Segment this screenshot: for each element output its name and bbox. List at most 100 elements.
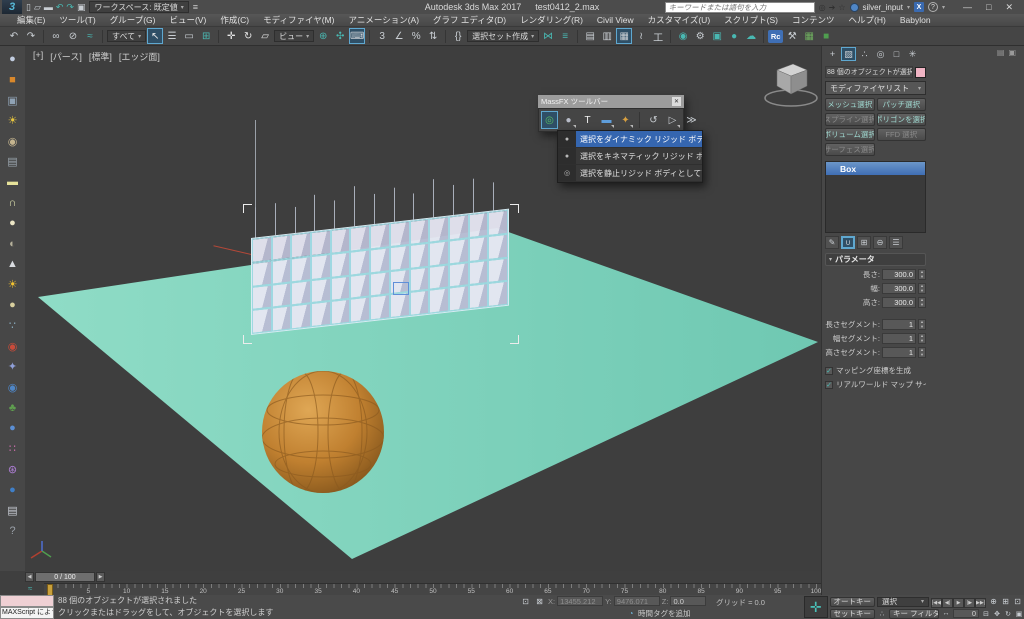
- checkbox-2[interactable]: ✓: [825, 381, 833, 389]
- audio-icon[interactable]: ▤: [4, 154, 21, 170]
- massfx-titlebar[interactable]: MassFX ツールバー ✕: [538, 95, 684, 108]
- spinner-down-icon[interactable]: ▾: [919, 303, 925, 308]
- material-editor-icon[interactable]: ◉: [675, 28, 691, 44]
- box-object[interactable]: [252, 237, 272, 263]
- spinner-down-icon[interactable]: ▾: [919, 353, 925, 358]
- go-to-start-icon[interactable]: |◀◀: [931, 598, 942, 608]
- dome-primitive-icon[interactable]: ∩: [4, 195, 21, 211]
- spinner-down-icon[interactable]: ▾: [919, 325, 925, 330]
- object-name-field[interactable]: 88 個のオブジェクトが選択されま: [825, 66, 913, 78]
- scene-explorer-icon[interactable]: ▤: [582, 28, 598, 44]
- box-object[interactable]: [272, 258, 292, 284]
- mini-curve-editor-icon[interactable]: ≈: [28, 584, 32, 593]
- parameter-field[interactable]: 1: [882, 333, 916, 344]
- menu-item-14[interactable]: ヘルプ(H): [842, 14, 893, 26]
- auto-key-button[interactable]: オートキー: [830, 597, 876, 607]
- ragdoll-icon[interactable]: ✦: [617, 111, 634, 129]
- parameter-field[interactable]: 1: [882, 319, 916, 330]
- undo-icon[interactable]: ↶: [56, 1, 64, 13]
- project-folder-icon[interactable]: ▣: [77, 1, 86, 13]
- box-object[interactable]: [449, 238, 469, 264]
- minimize-button[interactable]: —: [963, 2, 972, 13]
- box-object[interactable]: [429, 240, 449, 266]
- menu-item-2[interactable]: ツール(T): [52, 14, 102, 26]
- isolate-selection-icon[interactable]: ⊡: [520, 596, 531, 606]
- spinner-snap-icon[interactable]: ⇅: [425, 28, 441, 44]
- sign-in-arrow-icon[interactable]: ➔: [829, 3, 836, 12]
- viewport-pov-label[interactable]: [パース]: [50, 50, 82, 63]
- big-sphere-icon[interactable]: ●: [4, 420, 21, 436]
- maximize-button[interactable]: □: [986, 2, 991, 13]
- zoom-icon[interactable]: ⊕: [988, 597, 999, 607]
- box-object[interactable]: [449, 285, 469, 311]
- select-button-4[interactable]: ポリゴンを選択: [877, 113, 927, 126]
- checkbox-1[interactable]: ✓: [825, 367, 833, 375]
- menu-item-5[interactable]: 作成(C): [213, 14, 256, 26]
- redo-icon[interactable]: ↷: [23, 28, 39, 44]
- pan-view-icon[interactable]: ✥: [992, 609, 1002, 619]
- planet-icon[interactable]: ◉: [4, 379, 21, 395]
- box-object[interactable]: [350, 297, 370, 323]
- box-object[interactable]: [331, 251, 351, 277]
- window-crossing-icon[interactable]: ⊞: [198, 28, 214, 44]
- x-coordinate-field[interactable]: 13455.212: [557, 596, 603, 606]
- edit-named-selection-sets-icon[interactable]: {}: [450, 28, 466, 44]
- next-frame-icon[interactable]: |▶: [964, 598, 975, 608]
- box-object[interactable]: [469, 236, 489, 262]
- search-history-icon[interactable]: ◎: [819, 3, 826, 12]
- modify-tab[interactable]: ▨: [841, 47, 856, 61]
- layer-explorer-icon[interactable]: ▥: [599, 28, 615, 44]
- panel-dock-icon[interactable]: ▣: [1008, 48, 1016, 57]
- menu-item-10[interactable]: Civil View: [590, 15, 641, 25]
- molecule-icon[interactable]: ◉: [4, 338, 21, 354]
- help-icon[interactable]: ?: [928, 2, 938, 12]
- box-object[interactable]: [429, 264, 449, 290]
- time-slider[interactable]: 0 / 100: [35, 572, 95, 582]
- spinner[interactable]: ▴▾: [918, 283, 926, 294]
- spinner[interactable]: ▴▾: [918, 269, 926, 280]
- reference-coordinate-dropdown[interactable]: ビュー▾: [274, 30, 314, 42]
- set-key-button[interactable]: ✛: [804, 596, 828, 618]
- use-pivot-point-icon[interactable]: ⊕: [315, 28, 331, 44]
- curve-editor-icon[interactable]: ≀: [633, 28, 649, 44]
- viewport-menu-label[interactable]: [+]: [33, 50, 43, 63]
- maxscript-mini-listener[interactable]: MAXScript にようこ: [0, 595, 54, 619]
- menu-item-6[interactable]: モディファイヤ(M): [256, 14, 341, 26]
- sun-icon[interactable]: ☀: [4, 277, 21, 293]
- box-object[interactable]: [252, 284, 272, 310]
- box-object[interactable]: [390, 245, 410, 271]
- box-object[interactable]: [350, 273, 370, 299]
- box-object[interactable]: [252, 308, 272, 334]
- select-object-icon[interactable]: ↖: [147, 28, 163, 44]
- box-object[interactable]: [331, 228, 351, 254]
- massfx-toolbar-window[interactable]: MassFX ツールバー ✕ ◎●T▬✦↺▷≫: [538, 95, 684, 132]
- state-set-icon[interactable]: ■: [818, 28, 834, 44]
- select-button-2[interactable]: パッチ選択: [877, 98, 927, 111]
- box-object[interactable]: [370, 294, 390, 320]
- view-cube[interactable]: [761, 54, 821, 112]
- box-object[interactable]: [331, 299, 351, 325]
- box-object[interactable]: [252, 260, 272, 286]
- selection-filter-dropdown[interactable]: すべて▾: [107, 30, 146, 42]
- gear-box-icon[interactable]: ⊛: [4, 461, 21, 477]
- unlink-selection-icon[interactable]: ⊘: [65, 28, 81, 44]
- maxscript-hammer-icon[interactable]: ⚒: [784, 28, 800, 44]
- box-object[interactable]: [291, 280, 311, 306]
- color-dots-icon[interactable]: ∷: [4, 441, 21, 457]
- rigid-body-flyout-icon[interactable]: ●: [560, 111, 577, 129]
- close-icon[interactable]: ✕: [672, 97, 681, 106]
- key-steps-icon[interactable]: ∴: [877, 609, 887, 619]
- constraint-icon[interactable]: ▬: [598, 111, 615, 129]
- box-object[interactable]: [291, 232, 311, 258]
- select-and-link-icon[interactable]: ∞: [48, 28, 64, 44]
- exchange-store-icon[interactable]: X: [914, 2, 924, 12]
- menu-item-4[interactable]: ビュー(V): [162, 14, 213, 26]
- rendered-frame-window-icon[interactable]: ▣: [4, 92, 21, 108]
- workspace-dropdown[interactable]: ワークスペース: 既定値 ▾: [89, 1, 188, 13]
- spray-particle-icon[interactable]: ∵: [4, 318, 21, 334]
- remove-modifier-icon[interactable]: ⊖: [873, 236, 887, 249]
- snaps-toggle-icon[interactable]: 3: [374, 28, 390, 44]
- parameter-field[interactable]: 1: [882, 347, 916, 358]
- select-button-5[interactable]: ボリューム選択: [825, 128, 875, 141]
- render-teapot-icon[interactable]: ●: [4, 51, 21, 67]
